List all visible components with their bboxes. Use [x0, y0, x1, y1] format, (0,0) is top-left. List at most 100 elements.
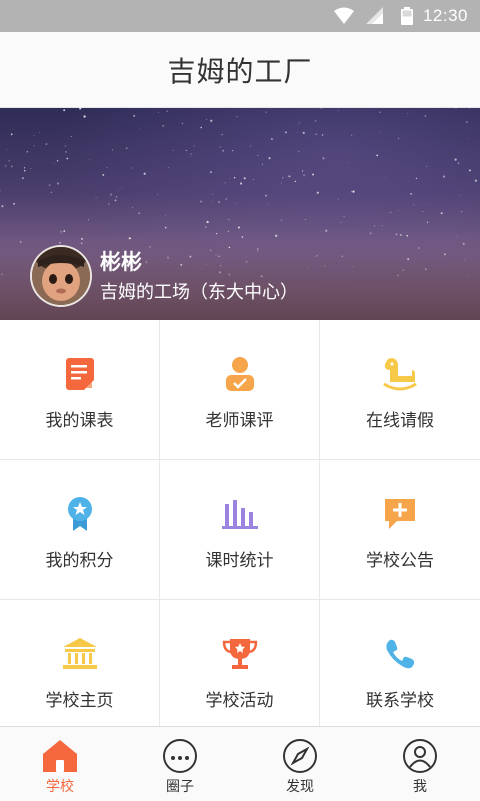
star: [373, 225, 375, 227]
star: [185, 149, 187, 151]
star: [64, 145, 67, 147]
star: [294, 180, 297, 183]
star: [125, 147, 128, 150]
user-icon: [402, 738, 438, 774]
star: [424, 115, 427, 117]
user-organization: 吉姆的工场（东大中心）: [100, 282, 298, 303]
star: [138, 212, 140, 215]
tab-label: 学校: [46, 779, 74, 795]
feature-grid: 我的课表 老师课评 在线请假 我的积分 课时统计 学校公告 学校主页 学校活动 …: [0, 320, 480, 726]
star: [240, 182, 243, 185]
home-icon: [42, 738, 78, 774]
menu-label: 学校主页: [45, 691, 114, 711]
menu-item-school-announcement[interactable]: 学校公告: [320, 460, 480, 600]
star: [415, 177, 418, 180]
tab-discover[interactable]: 发现: [240, 727, 360, 801]
tab-me[interactable]: 我: [360, 727, 480, 801]
school-building-icon: [60, 634, 100, 674]
menu-item-my-schedule[interactable]: 我的课表: [0, 320, 160, 460]
star: [303, 174, 306, 177]
star: [8, 159, 11, 162]
star: [390, 211, 392, 214]
menu-item-online-leave[interactable]: 在线请假: [320, 320, 480, 460]
star: [193, 145, 196, 147]
menu-item-school-homepage[interactable]: 学校主页: [0, 600, 160, 726]
star: [457, 162, 460, 164]
star: [469, 108, 471, 110]
star: [227, 230, 229, 232]
star: [56, 160, 59, 162]
star: [79, 108, 82, 110]
star: [325, 229, 328, 232]
star: [23, 167, 26, 169]
star: [268, 157, 271, 160]
star: [66, 157, 69, 160]
star: [351, 134, 353, 136]
star: [65, 150, 67, 153]
menu-label: 联系学校: [366, 691, 434, 711]
menu-item-teacher-review[interactable]: 老师课评: [160, 320, 320, 460]
star: [467, 137, 469, 139]
star: [200, 200, 203, 203]
star: [89, 159, 90, 161]
star: [118, 235, 119, 237]
star: [407, 112, 409, 114]
star: [106, 167, 108, 168]
star: [0, 190, 1, 192]
star: [210, 119, 213, 122]
menu-item-my-points[interactable]: 我的积分: [0, 460, 160, 600]
phone-icon: [380, 634, 420, 674]
star: [297, 124, 298, 126]
star: [337, 110, 339, 111]
star: [224, 182, 226, 184]
star: [395, 233, 398, 236]
star: [265, 194, 267, 197]
star: [200, 126, 203, 129]
menu-item-contact-school[interactable]: 联系学校: [320, 600, 480, 726]
star: [406, 234, 409, 237]
star: [165, 214, 166, 216]
star: [162, 124, 165, 127]
star: [347, 162, 349, 163]
menu-label: 学校活动: [205, 691, 274, 711]
star: [440, 212, 443, 215]
star: [63, 109, 66, 112]
star: [56, 182, 60, 185]
star: [204, 226, 207, 229]
star: [166, 110, 168, 112]
page-title: 吉姆的工厂: [167, 54, 313, 88]
tab-circle[interactable]: 圈子: [120, 727, 240, 801]
star: [45, 143, 48, 146]
star: [216, 233, 218, 235]
star: [190, 153, 192, 155]
tab-school[interactable]: 学校: [0, 727, 120, 801]
chat-icon: [162, 738, 198, 774]
star: [168, 167, 170, 168]
tab-label: 圈子: [166, 779, 194, 795]
star: [222, 149, 225, 152]
star: [275, 234, 278, 237]
star: [465, 121, 468, 124]
star: [95, 197, 97, 199]
star: [428, 204, 430, 205]
star: [397, 137, 400, 139]
star: [229, 178, 230, 179]
menu-item-class-hours[interactable]: 课时统计: [160, 460, 320, 600]
star: [455, 236, 457, 237]
star: [210, 171, 212, 173]
wifi-icon: [334, 7, 354, 29]
bar-chart-icon: [220, 494, 260, 534]
star: [190, 155, 192, 157]
menu-label: 老师课评: [205, 411, 274, 431]
user-name: 彬彬: [100, 250, 142, 274]
star: [321, 134, 324, 136]
schedule-icon: [60, 354, 100, 394]
menu-item-school-activities[interactable]: 学校活动: [160, 600, 320, 726]
status-bar: 12:30: [0, 0, 480, 32]
star: [132, 207, 134, 208]
menu-label: 课时统计: [205, 551, 274, 571]
avatar[interactable]: [30, 245, 92, 307]
star: [236, 116, 238, 118]
star: [11, 165, 13, 168]
star: [398, 209, 400, 211]
